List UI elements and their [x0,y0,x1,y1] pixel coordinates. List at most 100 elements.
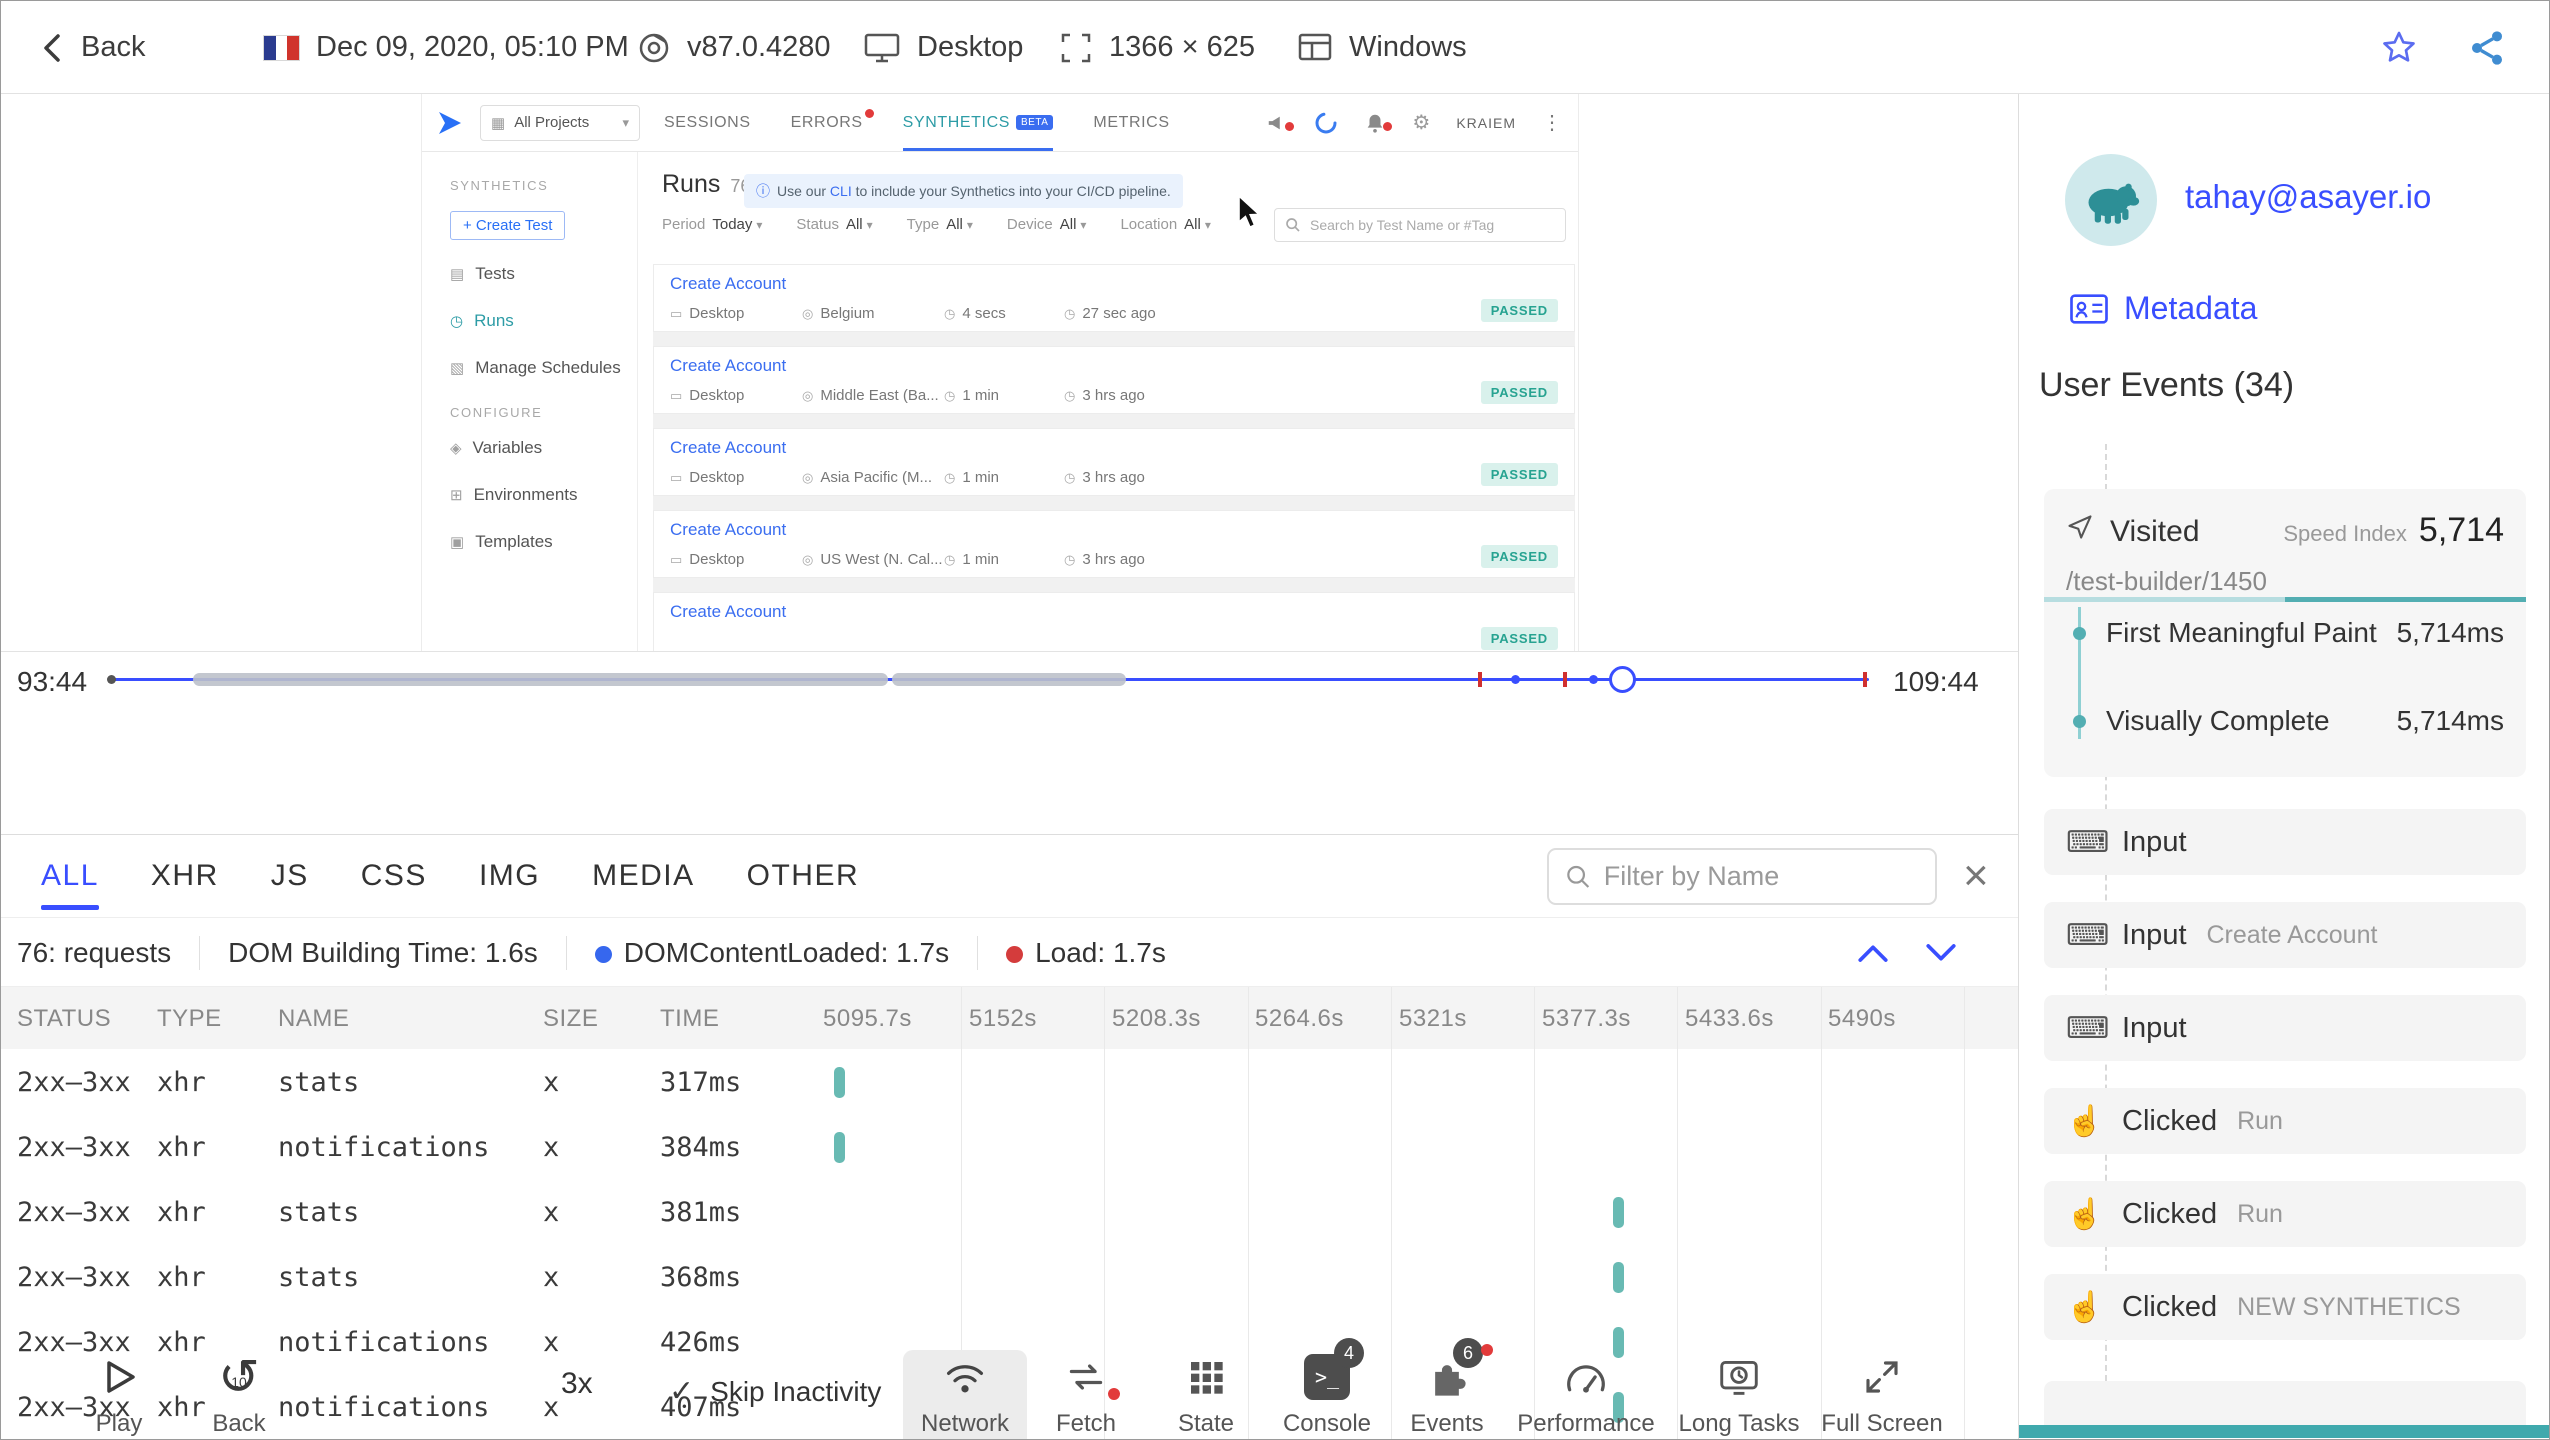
requests-count: 76: requests [17,936,172,968]
favorite-button[interactable] [2379,1,2419,94]
timeline-track[interactable] [107,652,1869,708]
pointer-icon: ☝ [2066,1290,2104,1324]
runs-page-title: Runs 76 [662,170,751,198]
tab-sessions: SESSIONS [664,113,751,131]
session-date: Dec 09, 2020, 05:10 PM [263,1,629,94]
notification-dot [1481,1344,1493,1356]
events-panel-button[interactable]: 6 Events [1391,1338,1503,1438]
col-type: TYPE [157,1005,222,1032]
col-time: TIME [660,1005,720,1032]
tab-css[interactable]: CSS [361,835,427,918]
check-icon: ✓ [669,1375,695,1408]
os-type: Windows [1297,1,1467,94]
back-button[interactable]: Back [39,1,145,94]
browser-version-label: v87.0.4280 [687,31,831,63]
full-screen-button[interactable]: Full Screen [1816,1352,1948,1438]
player-controls-panel: 93:44 109:44 Play ↺ 10 Back 3x ✓ Skip Ina… [1,651,2018,1439]
network-filter-input[interactable] [1603,861,1919,892]
input-event-card[interactable]: ⌨ Input [2044,809,2526,875]
col-timeline: 5321s [1399,1005,1467,1032]
replayed-app-sidebar: SYNTHETICS + Create Test ▤ Tests ◷ Runs ▧ M… [422,152,638,651]
metadata-button[interactable]: Metadata [2069,290,2257,327]
tab-js[interactable]: JS [271,835,309,918]
request-row[interactable]: 2xx–3xx xhr stats x 381ms [1,1179,2018,1244]
share-button[interactable] [2467,1,2507,94]
tab-xhr[interactable]: XHR [151,835,219,918]
run-row: Create Account ▭ Desktop ◎ Belgium ◷ 4 secs… [653,264,1575,332]
sidebar-item-environments: ⊞ Environments [450,485,578,504]
skip-back-button[interactable]: ↺ 10 Back [191,1352,287,1438]
chevron-left-icon [44,33,60,62]
request-row[interactable]: 2xx–3xx xhr stats x 317ms [1,1049,2018,1114]
click-event-card[interactable]: ☝ Clicked Run [2044,1181,2526,1247]
fetch-panel-button[interactable]: Fetch [1031,1352,1141,1438]
keyboard-icon: ⌨ [2066,825,2110,859]
browser-icon [639,33,669,62]
device-type-label: Desktop [917,31,1024,63]
tab-all[interactable]: ALL [41,835,99,918]
input-event-card[interactable]: ⌨ Input [2044,995,2526,1061]
col-name: NAME [278,1005,350,1032]
status-badge: PASSED [1480,545,1558,568]
screen-resolution-label: 1366 × 625 [1109,31,1255,63]
chevron-down-icon: ▾ [622,114,629,130]
notification-dot [1108,1388,1120,1400]
click-event-card[interactable]: ☝ Clicked NEW SYNTHETICS [2044,1274,2526,1340]
performance-panel-button[interactable]: Performance [1511,1352,1661,1438]
console-panel-button[interactable]: >_ 4 Console [1271,1338,1383,1438]
request-row[interactable]: 2xx–3xx xhr notifications x 384ms [1,1114,2018,1179]
close-panel-button[interactable]: × [1963,843,1989,909]
jump-next-button[interactable] [1924,941,1958,965]
request-timing-mark [834,1067,845,1098]
replayed-app-navbar: ▦ All Projects ▾ SESSIONS ERRORS SYNTHET… [422,94,1578,152]
session-replay-window: Back Dec 09, 2020, 05:10 PM v87.0.4280 D… [0,0,2550,1440]
replayed-app-tabs: SESSIONS ERRORS SYNTHETICS BETA METRICS [664,94,1170,151]
play-button[interactable]: Play [71,1352,167,1438]
animal-avatar-icon [2088,183,2140,224]
status-badge: PASSED [1480,381,1558,404]
clock-icon: ◷ [944,387,956,403]
metric-dot-icon [2073,626,2086,640]
loading-spinner-icon [1314,111,1338,135]
filter-device: Device All ▾ [1006,216,1087,233]
monitor-icon: ▭ [670,551,683,567]
skip-inactivity-label: Skip Inactivity [710,1375,882,1407]
input-event-card[interactable]: ⌨ Input Create Account [2044,902,2526,968]
event-card-partial[interactable] [2044,1381,2526,1425]
playhead-handle[interactable] [1609,666,1636,693]
location-pin-icon: ◎ [802,551,814,567]
long-tasks-panel-button[interactable]: Long Tasks [1666,1352,1812,1438]
session-topbar: Back Dec 09, 2020, 05:10 PM v87.0.4280 D… [1,1,2549,94]
dcl-dot-icon [594,945,612,963]
playback-speed-button[interactable]: 3x [561,1367,593,1401]
visited-url: /test-builder/1450 [2066,566,2267,596]
col-timeline: 5433.6s [1685,1005,1774,1032]
network-filter-input-box [1547,848,1937,905]
load-time: Load: 1.7s [1006,937,1166,969]
cli-banner: ⓘ Use our CLI to include your Synthetics… [744,174,1183,208]
tab-media[interactable]: MEDIA [592,835,695,918]
status-badge: PASSED [1480,463,1558,486]
visited-event-card[interactable]: Visited Speed Index 5,714 /test-builder/… [2044,489,2526,777]
back-label: Back [81,31,146,63]
state-panel-button[interactable]: State [1151,1352,1261,1438]
sidebar-item-manage-schedules: ▧ Manage Schedules [450,358,621,377]
pointer-icon: ☝ [2066,1104,2104,1138]
jump-prev-button[interactable] [1856,941,1890,965]
play-icon [107,1361,135,1393]
click-event-card[interactable]: ☝ Clicked Run [2044,1088,2526,1154]
browser-version: v87.0.4280 [637,1,831,94]
session-date-label: Dec 09, 2020, 05:10 PM [316,31,629,63]
tab-synthetics: SYNTHETICS BETA [902,94,1054,151]
current-time-label: 93:44 [17,666,88,697]
skip-inactivity-toggle[interactable]: ✓ Skip Inactivity [669,1374,881,1409]
speed-index-value: 5,714 [2418,511,2504,549]
dom-building-time: DOM Building Time: 1.6s [228,936,538,968]
pointer-icon: ☝ [2066,1197,2104,1231]
runs-list: Create Account ▭ Desktop ◎ Belgium ◷ 4 secs… [653,264,1575,651]
tab-img[interactable]: IMG [479,835,540,918]
request-row[interactable]: 2xx–3xx xhr stats x 368ms [1,1244,2018,1309]
tab-other[interactable]: OTHER [747,835,860,918]
device-type: Desktop [863,1,1023,94]
network-panel-button[interactable]: Network [903,1352,1027,1438]
